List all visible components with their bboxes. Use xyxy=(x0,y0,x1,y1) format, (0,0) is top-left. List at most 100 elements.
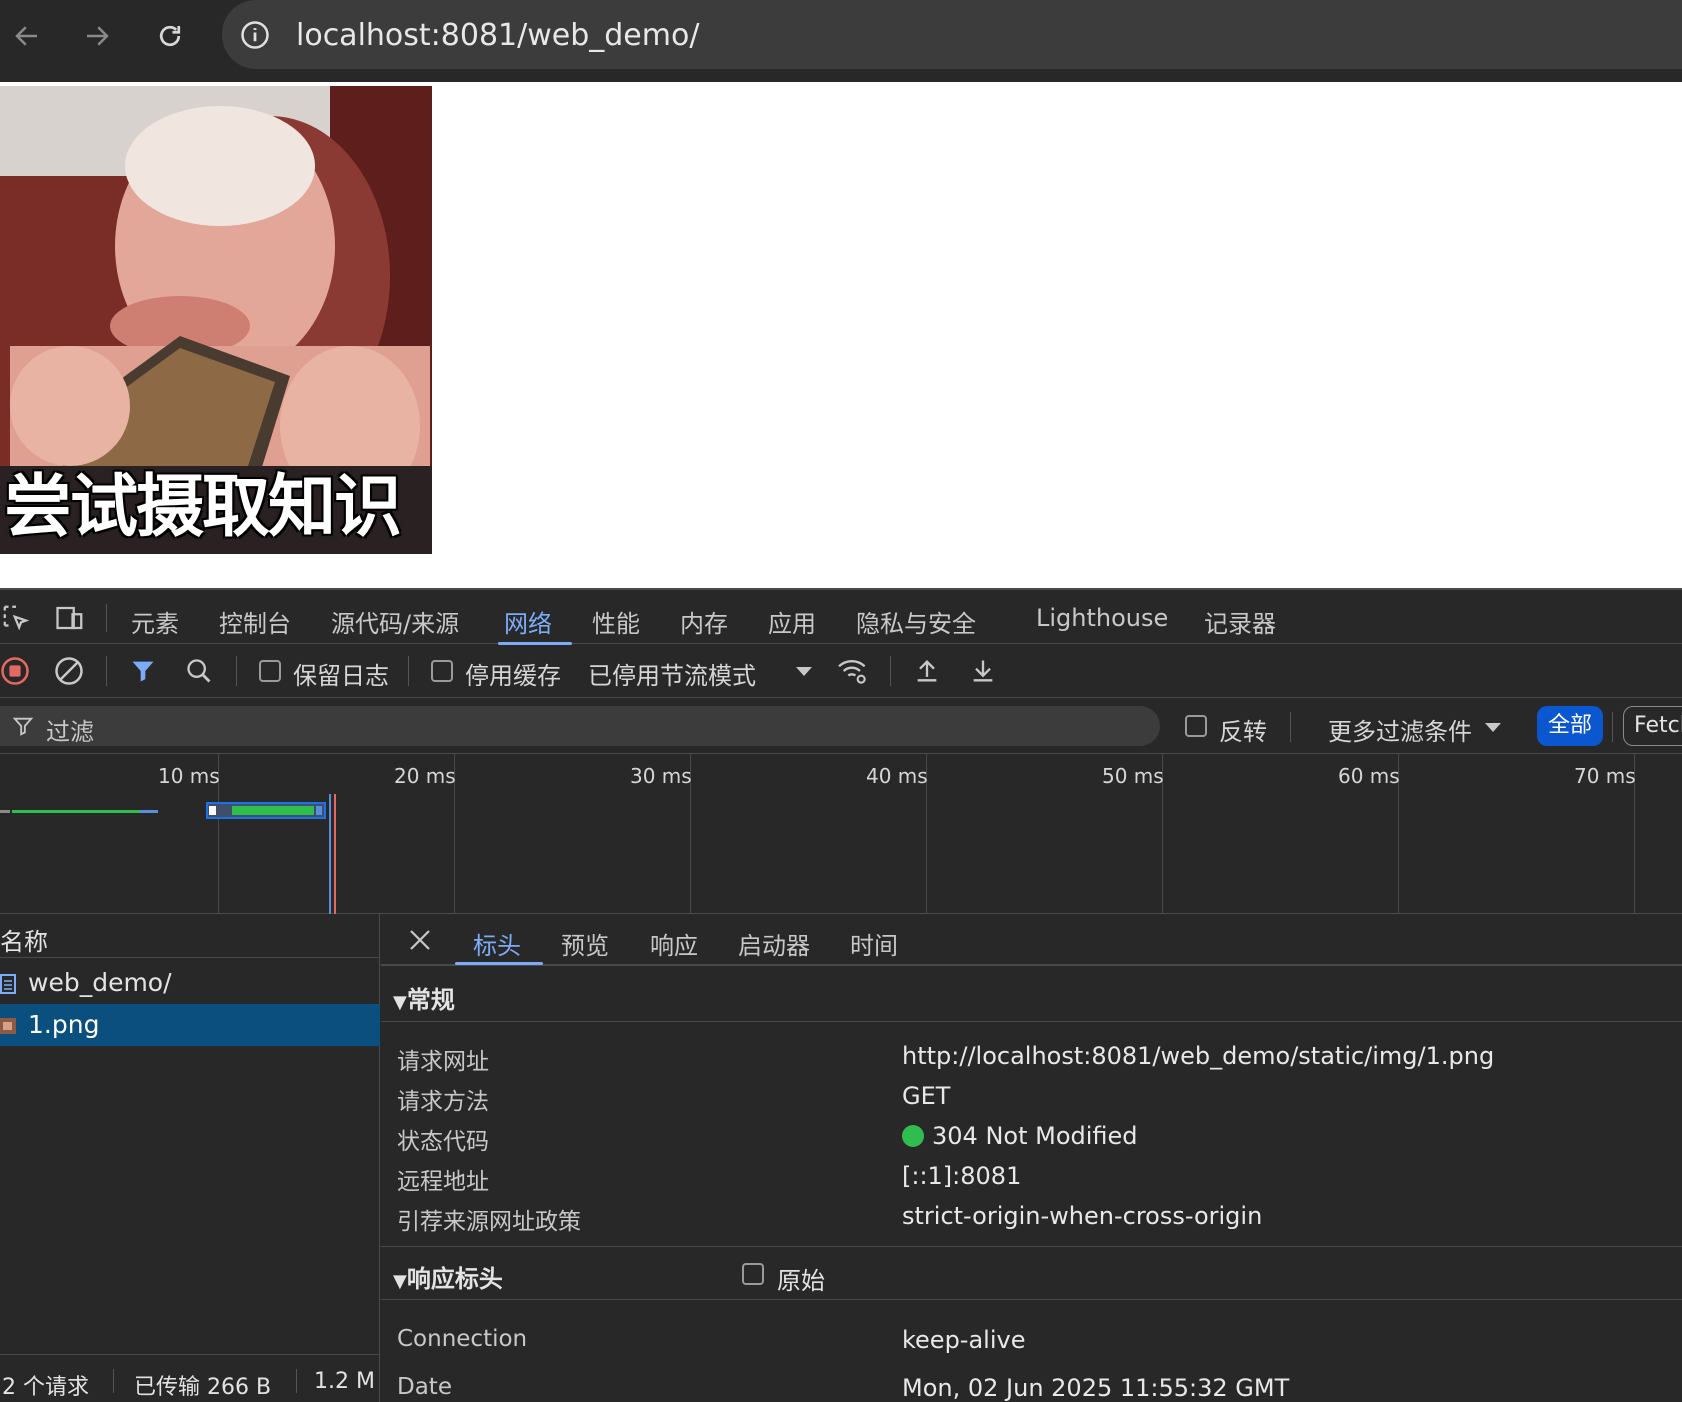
tab-elements[interactable]: 元素 xyxy=(131,604,179,639)
tick-label: 10 ms xyxy=(158,764,220,788)
general-section-header[interactable]: ▼常规 xyxy=(381,968,1682,1022)
transferred-size: 已传输 266 B xyxy=(134,1375,272,1400)
search-icon[interactable] xyxy=(184,656,214,686)
preserve-log-label[interactable]: 保留日志 xyxy=(293,656,389,691)
tab-timing[interactable]: 时间 xyxy=(850,926,898,961)
header-key: 请求方法 xyxy=(397,1089,489,1115)
request-count: 2 个请求 xyxy=(2,1375,89,1400)
network-toolbar: 保留日志 停用缓存 已停用节流模式 xyxy=(0,644,1682,698)
inspect-element-icon[interactable] xyxy=(0,602,32,634)
raw-label[interactable]: 原始 xyxy=(777,1261,825,1296)
disable-cache-label[interactable]: 停用缓存 xyxy=(465,656,561,691)
triangle-down-icon: ▼ xyxy=(393,1271,407,1292)
reload-button[interactable] xyxy=(146,12,194,60)
more-filters-dropdown[interactable]: 更多过滤条件 xyxy=(1328,712,1472,747)
tick-label: 20 ms xyxy=(394,764,456,788)
export-har-icon[interactable] xyxy=(968,656,998,686)
request-name: web_demo/ xyxy=(28,968,172,997)
section-title: 响应标头 xyxy=(406,1265,503,1293)
info-icon xyxy=(241,21,269,49)
meme-caption: 尝试摄取知识 xyxy=(4,468,402,547)
tab-lighthouse[interactable]: Lighthouse xyxy=(1036,604,1168,632)
tab-response[interactable]: 响应 xyxy=(650,926,698,961)
tab-application[interactable]: 应用 xyxy=(768,604,816,639)
load-event-marker xyxy=(334,794,336,914)
triangle-down-icon: ▼ xyxy=(393,992,407,1013)
resources-size: 1.2 M xyxy=(314,1369,375,1394)
header-value: Mon, 02 Jun 2025 11:55:32 GMT xyxy=(902,1374,1290,1402)
status-code-value: 304 Not Modified xyxy=(902,1122,1138,1150)
tab-sources[interactable]: 源代码/来源 xyxy=(331,604,459,639)
import-har-icon[interactable] xyxy=(912,656,942,686)
filter-placeholder: 过滤 xyxy=(46,718,94,746)
section-title: 常规 xyxy=(406,986,455,1014)
device-toolbar-icon[interactable] xyxy=(54,602,86,634)
header-value: GET xyxy=(902,1082,951,1110)
url-text[interactable]: localhost:8081/web_demo/ xyxy=(296,18,699,53)
header-value: strict-origin-when-cross-origin xyxy=(902,1202,1263,1230)
request-bar-web-demo xyxy=(12,810,140,813)
request-list: 名称 web_demo/ 1.png 2 个请求 已传输 266 B 1.2 M xyxy=(0,914,380,1402)
filter-fetch-button[interactable]: Fetcl xyxy=(1623,706,1682,746)
preserve-log-checkbox[interactable] xyxy=(259,660,281,682)
header-key: 状态代码 xyxy=(397,1129,489,1155)
filter-input[interactable]: 过滤 xyxy=(0,706,1160,746)
header-value: http://localhost:8081/web_demo/static/im… xyxy=(902,1042,1495,1070)
header-value: [::1]:8081 xyxy=(902,1162,1022,1190)
tab-headers[interactable]: 标头 xyxy=(473,926,521,961)
filter-all-button[interactable]: 全部 xyxy=(1537,706,1603,746)
tab-console[interactable]: 控制台 xyxy=(219,604,291,639)
image-file-icon xyxy=(0,1018,16,1034)
detail-tabbar: 标头 预览 响应 启动器 时间 xyxy=(381,914,1682,966)
arrow-right-icon xyxy=(87,26,109,46)
browser-toolbar: localhost:8081/web_demo/ xyxy=(0,0,1682,82)
filter-funnel-icon[interactable] xyxy=(128,656,158,686)
active-detail-tab-indicator xyxy=(455,962,543,965)
name-column-header[interactable]: 名称 xyxy=(0,914,380,958)
filter-icon xyxy=(12,717,34,736)
tab-memory[interactable]: 内存 xyxy=(680,604,728,639)
chevron-down-icon[interactable] xyxy=(1483,720,1503,736)
web-page: 尝试摄取知识 xyxy=(0,82,1682,588)
header-value: keep-alive xyxy=(902,1326,1026,1354)
tab-network[interactable]: 网络 xyxy=(504,604,552,639)
disable-cache-checkbox[interactable] xyxy=(431,660,453,682)
document-icon xyxy=(0,974,16,994)
chevron-down-icon[interactable] xyxy=(794,662,814,682)
invert-checkbox[interactable] xyxy=(1185,715,1207,737)
list-item[interactable]: 1.png xyxy=(0,1004,380,1046)
list-item[interactable]: web_demo/ xyxy=(0,962,380,1004)
record-stop-icon[interactable] xyxy=(0,656,30,686)
response-headers-section-header[interactable]: ▼响应标头 原始 xyxy=(381,1246,1682,1300)
forward-button[interactable] xyxy=(73,12,121,60)
request-bar-1png xyxy=(232,806,314,815)
tick-label: 40 ms xyxy=(866,764,928,788)
request-bar-1png xyxy=(316,806,322,815)
header-key: Connection xyxy=(397,1326,528,1352)
header-key: 引荐来源网址政策 xyxy=(397,1209,581,1235)
tab-performance[interactable]: 性能 xyxy=(592,604,640,639)
network-conditions-wifi-icon[interactable] xyxy=(836,656,870,686)
network-summary-footer: 2 个请求 已传输 266 B 1.2 M xyxy=(0,1354,380,1402)
dom-content-loaded-marker xyxy=(329,794,331,914)
raw-checkbox[interactable] xyxy=(742,1263,764,1285)
request-detail-panel: 标头 预览 响应 启动器 时间 ▼常规 请求网址 http://localhos… xyxy=(381,914,1682,1402)
tab-preview[interactable]: 预览 xyxy=(561,926,609,961)
invert-label[interactable]: 反转 xyxy=(1219,712,1267,747)
throttling-select[interactable]: 已停用节流模式 xyxy=(588,656,756,691)
devtools-tabbar: 元素 控制台 源代码/来源 网络 性能 内存 应用 隐私与安全 Lighthou… xyxy=(0,588,1682,645)
reload-icon xyxy=(159,25,181,47)
header-key: Date xyxy=(397,1374,452,1400)
back-button[interactable] xyxy=(3,12,51,60)
tab-initiator[interactable]: 启动器 xyxy=(738,926,810,961)
network-timeline-overview[interactable]: 10 ms 20 ms 30 ms 40 ms 50 ms 60 ms 70 m… xyxy=(0,754,1682,914)
tab-privacy-security[interactable]: 隐私与安全 xyxy=(856,604,976,639)
tick-label: 70 ms xyxy=(1574,764,1636,788)
tab-recorder[interactable]: 记录器 xyxy=(1204,604,1276,639)
filter-bar: 过滤 反转 更多过滤条件 全部 Fetcl xyxy=(0,698,1682,754)
close-icon[interactable] xyxy=(406,926,434,954)
address-bar[interactable]: localhost:8081/web_demo/ xyxy=(222,0,1682,69)
header-key: 远程地址 xyxy=(397,1169,489,1195)
tick-label: 30 ms xyxy=(630,764,692,788)
clear-icon[interactable] xyxy=(54,656,84,686)
